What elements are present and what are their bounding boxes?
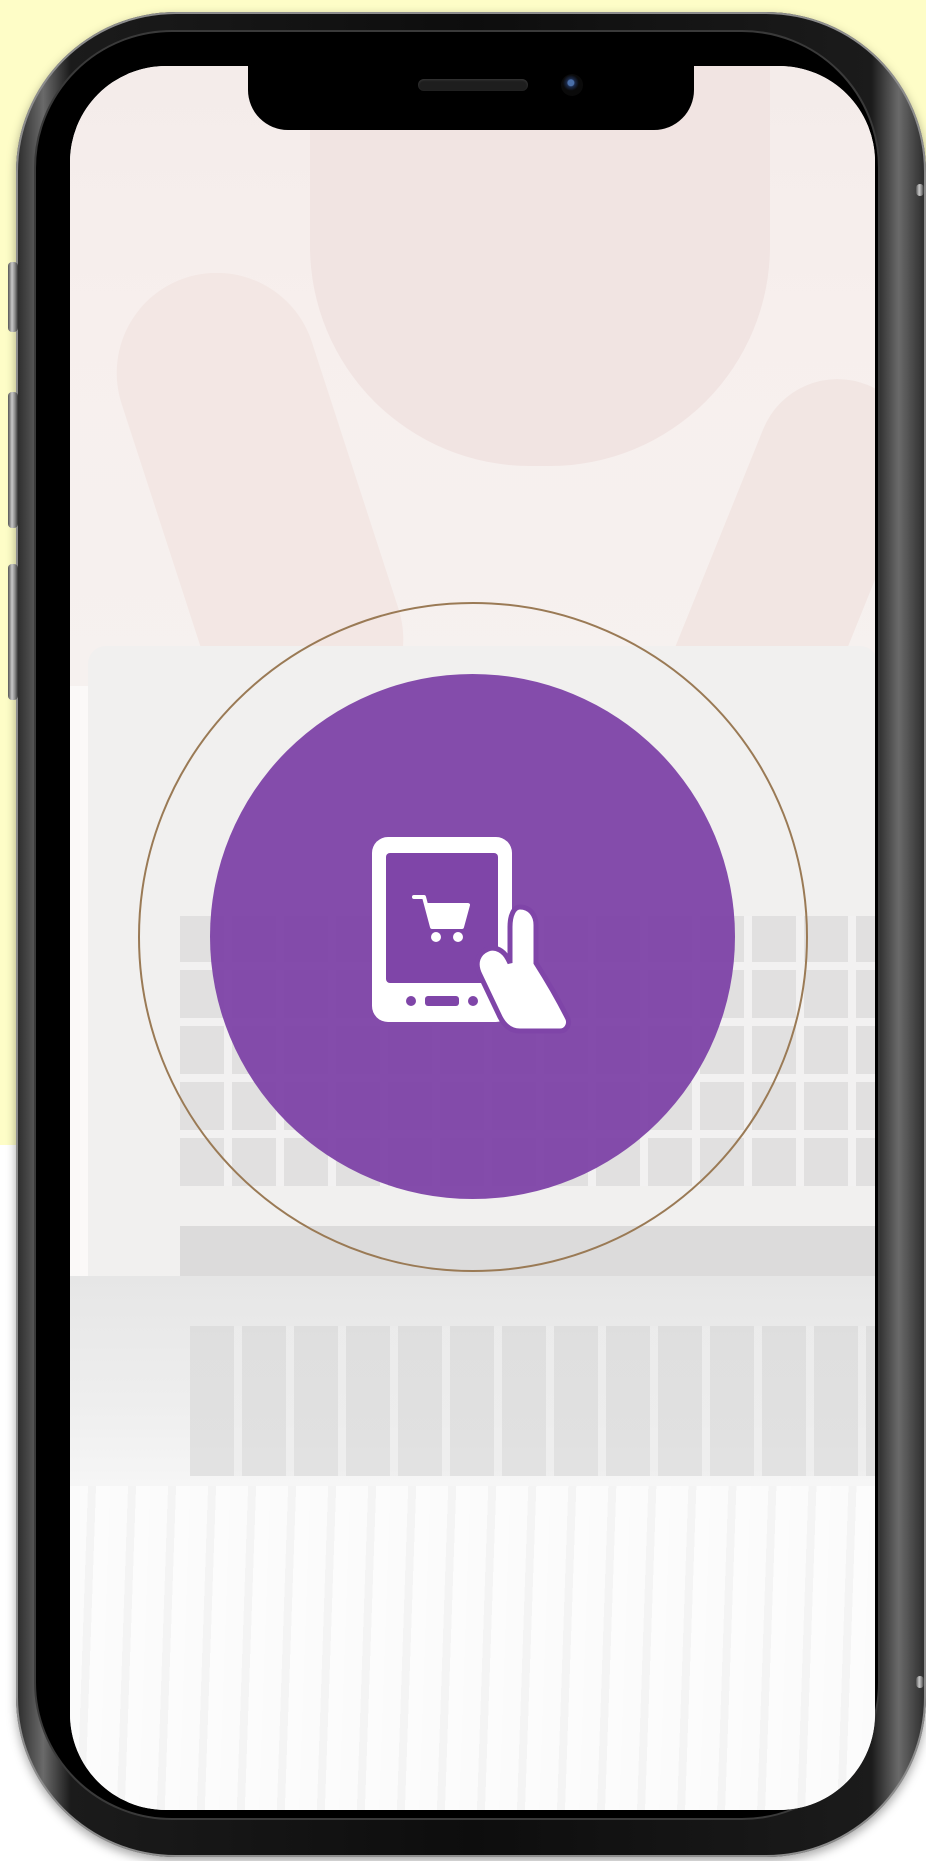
earpiece-speaker bbox=[418, 79, 528, 91]
side-button-marker bbox=[916, 184, 924, 196]
side-button-marker-bottom bbox=[916, 1676, 924, 1688]
front-camera bbox=[561, 74, 583, 96]
volume-up-button bbox=[8, 392, 18, 528]
background-photo-reflection-keys bbox=[190, 1326, 875, 1476]
phone-notch bbox=[248, 58, 694, 130]
volume-down-button bbox=[8, 564, 18, 700]
background-photo-bedsheet bbox=[70, 1486, 875, 1810]
silent-switch bbox=[8, 262, 18, 332]
tablet-shopping-cart-hand-icon bbox=[370, 835, 575, 1040]
